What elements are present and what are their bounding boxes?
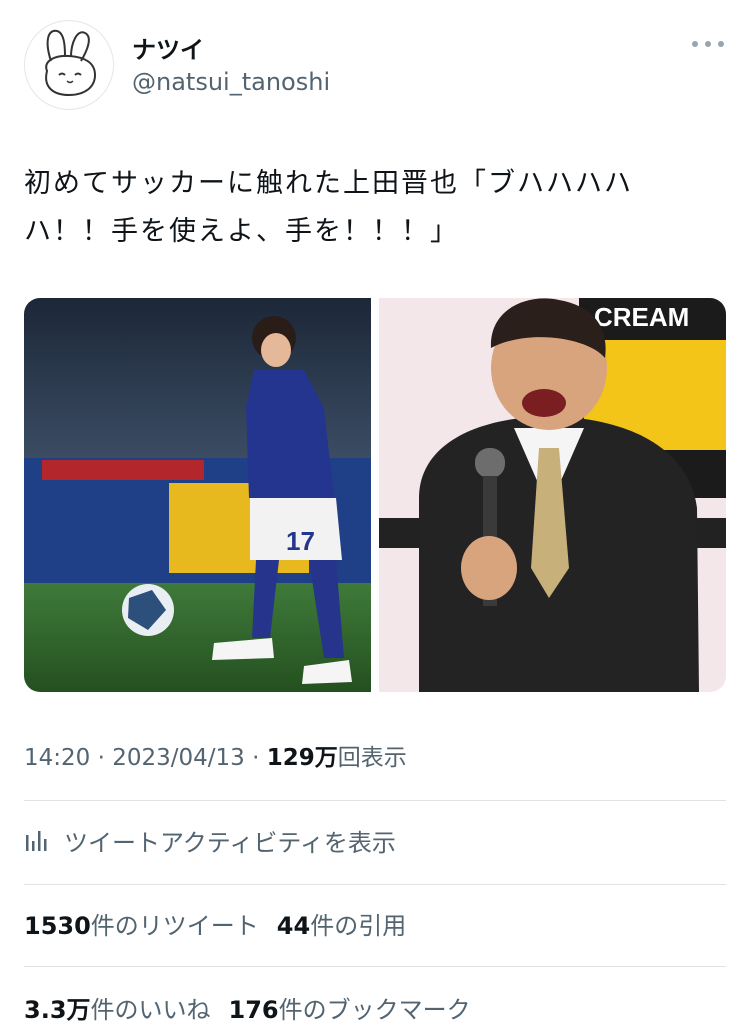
- retweet-quote-stats: 1530件のリツイート 44件の引用: [24, 906, 406, 941]
- likes-unit: 万: [66, 996, 91, 1024]
- tweet-meta: 14:20 · 2023/04/13 · 129万回表示: [24, 738, 407, 772]
- more-dots-icon: [692, 41, 698, 47]
- views-count: 129: [266, 745, 315, 771]
- views-unit: 万: [314, 745, 338, 771]
- like-bookmark-stats: 3.3万件のいいね 176件のブックマーク: [24, 990, 471, 1025]
- author-display-name[interactable]: ナツイ: [132, 30, 204, 65]
- tweet-activity-button[interactable]: ツイートアクティビティを表示: [24, 820, 396, 860]
- tweet-activity-label: ツイートアクティビティを表示: [64, 828, 396, 857]
- tweet-media[interactable]: 17 CREAM: [24, 298, 726, 692]
- author-handle[interactable]: @natsui_tanoshi: [132, 68, 330, 96]
- avatar[interactable]: [24, 20, 114, 110]
- views-label: 回表示: [337, 745, 407, 771]
- quotes-stat[interactable]: 44件の引用: [277, 912, 406, 940]
- quotes-count: 44: [276, 912, 311, 940]
- bookmarks-label: 件のブックマーク: [278, 996, 471, 1024]
- soccer-photo-image: 17: [24, 298, 371, 692]
- tweet-text: 初めてサッカーに触れた上田晋也「ブハハハハハ！！手を使えよ、手を！！！」: [24, 168, 633, 247]
- meta-separator: ·: [90, 745, 113, 771]
- meta-separator-2: ·: [244, 745, 267, 771]
- quotes-label: 件の引用: [310, 912, 407, 940]
- tweet-time[interactable]: 14:20: [24, 745, 90, 771]
- likes-count: 3.3: [24, 996, 67, 1024]
- banner-text: CREAM: [594, 302, 689, 332]
- tv-host-photo-image: CREAM: [379, 298, 726, 692]
- likes-label: 件のいいね: [90, 996, 211, 1024]
- likes-stat[interactable]: 3.3万件のいいね: [24, 996, 211, 1024]
- retweets-label: 件のリツイート: [90, 912, 259, 940]
- retweets-count: 1530: [24, 912, 91, 940]
- analytics-bars-icon: [26, 831, 47, 851]
- divider: [24, 884, 726, 885]
- divider: [24, 800, 726, 801]
- tweet-date[interactable]: 2023/04/13: [112, 745, 245, 771]
- bookmarks-stat[interactable]: 176件のブックマーク: [229, 996, 471, 1024]
- media-photo-soccer-player[interactable]: 17: [24, 298, 371, 692]
- retweets-stat[interactable]: 1530件のリツイート: [24, 912, 259, 940]
- more-options-button[interactable]: [690, 28, 726, 58]
- media-photo-laughing-man[interactable]: CREAM: [379, 298, 726, 692]
- bookmarks-count: 176: [228, 996, 279, 1024]
- divider: [24, 966, 726, 967]
- bunny-avatar-icon: [45, 29, 97, 97]
- jersey-number: 17: [286, 526, 315, 556]
